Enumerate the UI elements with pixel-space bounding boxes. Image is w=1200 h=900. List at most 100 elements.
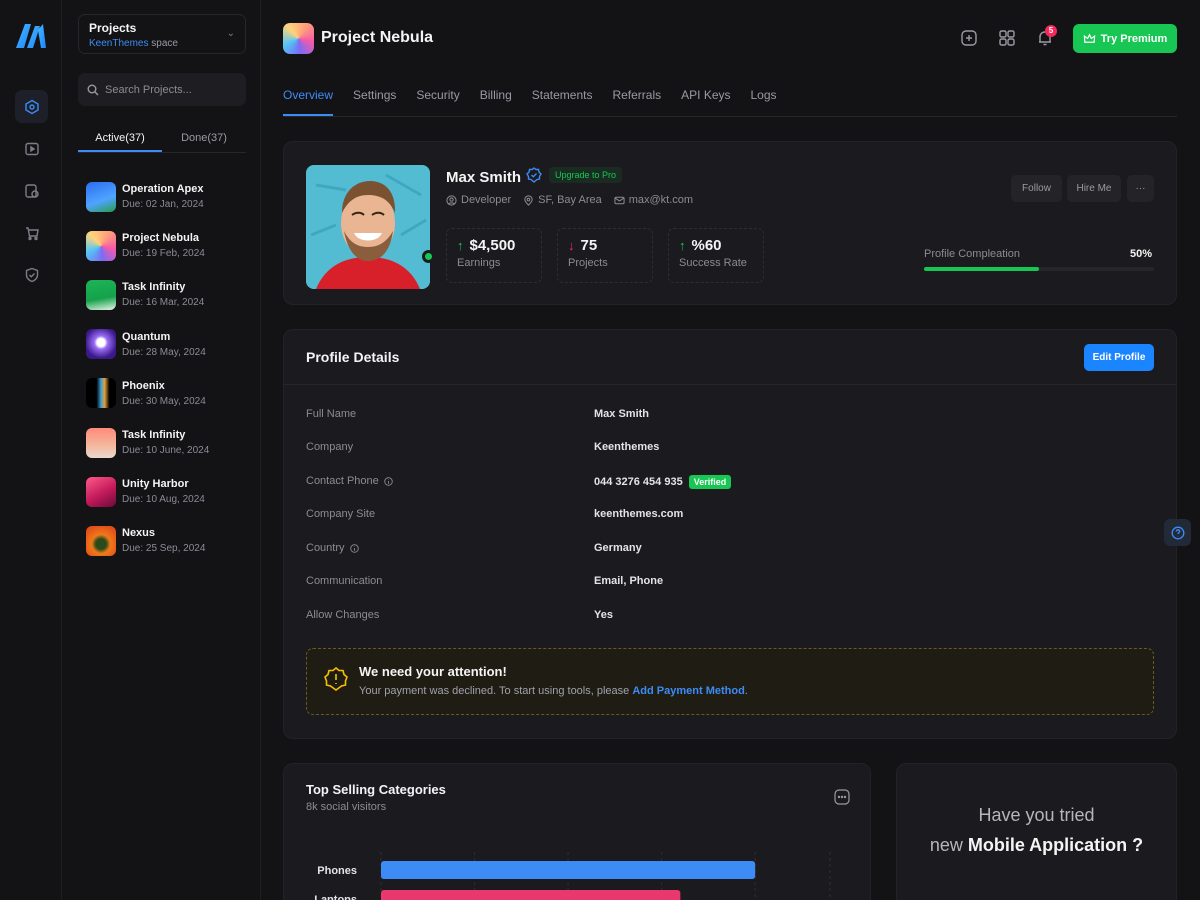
tab-overview[interactable]: Overview <box>283 80 334 116</box>
promo-line-1: Have you tried <box>978 805 1095 825</box>
hire-me-button[interactable]: Hire Me <box>1067 175 1121 202</box>
project-thumbnail <box>86 181 116 212</box>
divider <box>284 384 1176 385</box>
search-icon <box>87 84 99 95</box>
completion-progress <box>924 267 1154 271</box>
list-item[interactable]: Task Infinity Due: 10 June, 2024 <box>86 418 209 467</box>
shield-check-icon[interactable] <box>15 258 48 291</box>
project-name: Project Nebula <box>122 232 200 245</box>
info-icon[interactable] <box>384 476 393 486</box>
detail-value: 044 3276 454 935 Verified <box>594 475 732 489</box>
phone-text: 044 3276 454 935 <box>594 476 683 488</box>
list-item[interactable]: Nexus Due: 25 Sep, 2024 <box>86 516 209 565</box>
list-item[interactable]: Unity Harbor Due: 10 Aug, 2024 <box>86 467 209 516</box>
list-item[interactable]: Project Nebula Due: 19 Feb, 2024 <box>86 221 209 270</box>
detail-key-text: Country <box>306 542 345 554</box>
detail-key: Communication <box>306 575 383 587</box>
project-due: Due: 10 Aug, 2024 <box>122 494 205 506</box>
project-due: Due: 16 Mar, 2024 <box>122 297 205 309</box>
detail-row: Allow Changes Yes <box>306 609 1146 629</box>
chevron-down-icon: ⌄ <box>226 28 235 39</box>
tab-billing[interactable]: Billing <box>480 80 512 116</box>
arrow-down-icon: ↓ <box>568 238 575 253</box>
bar-laptops[interactable] <box>381 890 681 900</box>
tab-active[interactable]: Active(37) <box>78 126 162 152</box>
tab-logs[interactable]: Logs <box>751 80 777 116</box>
verified-icon <box>526 167 542 183</box>
more-options-button[interactable]: ··· <box>1127 175 1154 202</box>
project-thumbnail <box>86 230 116 261</box>
map-pin-icon <box>524 194 533 206</box>
detail-value: Yes <box>594 609 613 621</box>
crown-icon <box>1083 33 1095 43</box>
add-icon[interactable] <box>959 28 979 48</box>
workspace-brand: KeenThemes <box>89 38 149 49</box>
help-icon[interactable] <box>1164 519 1191 546</box>
tab-referrals[interactable]: Referrals <box>612 80 661 116</box>
project-logo <box>283 23 314 54</box>
mobile-app-promo: Have you tried new Mobile Application ? <box>897 800 1176 860</box>
top-selling-card: Top Selling Categories 8k social visitor… <box>283 763 871 900</box>
add-payment-method-link[interactable]: Add Payment Method <box>632 685 744 697</box>
list-item[interactable]: Quantum Due: 28 May, 2024 <box>86 320 209 369</box>
project-due: Due: 02 Jan, 2024 <box>122 199 204 211</box>
follow-button[interactable]: Follow <box>1011 175 1062 202</box>
projects-panel: Projects KeenThemes space ⌄ Active(37) D… <box>62 0 261 900</box>
workspace-subtitle: KeenThemes space <box>89 38 235 49</box>
list-item[interactable]: Operation Apex Due: 02 Jan, 2024 <box>86 172 209 221</box>
workspace-switcher[interactable]: Projects KeenThemes space ⌄ <box>78 14 246 54</box>
project-thumbnail <box>86 329 116 360</box>
alert-text: Your payment was declined. To start usin… <box>359 685 633 697</box>
tab-statements[interactable]: Statements <box>532 80 593 116</box>
stat-value: %60 <box>691 237 722 254</box>
promo-prefix: new <box>929 835 968 855</box>
profile-details-card: Profile Details Edit Profile Full Name M… <box>283 329 1177 739</box>
apps-grid-icon[interactable] <box>997 28 1017 48</box>
stat-label: Projects <box>568 257 608 269</box>
location-text: SF, Bay Area <box>538 194 602 206</box>
phone-illustration <box>977 882 1087 900</box>
tab-done[interactable]: Done(37) <box>162 126 246 152</box>
profile-name: Max Smith <box>446 169 522 186</box>
detail-key-text: Contact Phone <box>306 475 379 487</box>
project-name: Unity Harbor <box>122 478 189 491</box>
bar-phones[interactable] <box>381 861 756 879</box>
list-item[interactable]: Phoenix Due: 30 May, 2024 <box>86 369 209 418</box>
project-due: Due: 19 Feb, 2024 <box>122 248 205 260</box>
profile-card: Max Smith Upgrade to Pro Developer SF, B… <box>283 141 1177 305</box>
security-shield-icon[interactable] <box>15 174 48 207</box>
stat-success-rate: ↑ %60 Success Rate <box>668 228 764 283</box>
detail-value[interactable]: keenthemes.com <box>594 508 683 520</box>
tab-settings[interactable]: Settings <box>353 80 396 116</box>
notification-badge: 5 <box>1045 25 1057 37</box>
user-icon <box>446 194 457 206</box>
project-due: Due: 25 Sep, 2024 <box>122 543 206 555</box>
detail-value: Keenthemes <box>594 441 660 453</box>
detail-row: Company Keenthemes <box>306 441 1146 461</box>
detail-row: Full Name Max Smith <box>306 408 1146 428</box>
search-input[interactable] <box>105 83 245 96</box>
detail-key: Company <box>306 441 354 453</box>
upgrade-badge[interactable]: Upgrade to Pro <box>549 167 623 183</box>
cart-icon[interactable] <box>15 216 48 249</box>
completion-label: Profile Compleation <box>924 248 1020 260</box>
info-icon[interactable] <box>349 543 359 553</box>
category-bar-chart: Phones Laptops <box>314 852 831 900</box>
project-search[interactable] <box>78 73 246 106</box>
completion-progress-fill <box>924 267 1039 271</box>
list-item[interactable]: Task Infinity Due: 16 Mar, 2024 <box>86 270 209 319</box>
dashboard-icon[interactable] <box>15 90 48 123</box>
tab-api-keys[interactable]: API Keys <box>681 80 730 116</box>
app-logo-icon[interactable] <box>14 22 48 50</box>
completion-value: 50% <box>1130 248 1153 260</box>
project-due: Due: 28 May, 2024 <box>122 346 206 358</box>
promo-line-2: new Mobile Application ? <box>897 830 1176 860</box>
project-name: Task Infinity <box>122 281 186 294</box>
try-premium-button[interactable]: Try Premium <box>1073 24 1177 53</box>
workspace-suffix: space <box>151 38 178 49</box>
edit-profile-button[interactable]: Edit Profile <box>1084 344 1154 371</box>
media-icon[interactable] <box>15 132 48 165</box>
detail-key: Company Site <box>306 508 376 520</box>
tab-security[interactable]: Security <box>416 80 459 116</box>
detail-key: Full Name <box>306 408 357 420</box>
